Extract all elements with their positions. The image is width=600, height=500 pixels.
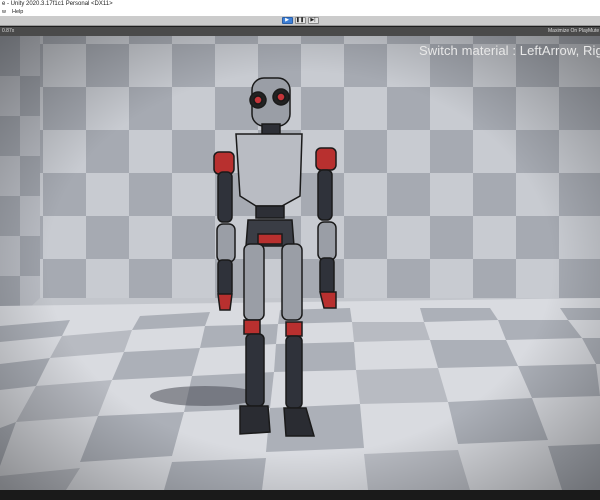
play-icon: ▶ [285, 17, 289, 23]
bottom-status-bar [0, 490, 600, 500]
game-view-header: 0.87x Maximize On Play Mute [0, 27, 600, 36]
play-toolbar: ▶ ❚❚ ▶| [0, 16, 600, 26]
pause-button[interactable]: ❚❚ [294, 17, 306, 24]
window-title-bar: e - Unity 2020.3.17f1c1 Personal <DX11> [0, 0, 600, 9]
menu-bar: w Help [0, 9, 600, 16]
step-button[interactable]: ▶| [307, 17, 319, 24]
step-icon: ▶| [310, 17, 316, 23]
game-viewport[interactable]: Switch material : LeftArrow, Right [0, 36, 600, 490]
menu-item-help[interactable]: Help [12, 9, 23, 16]
maximize-on-play-toggle[interactable]: Maximize On Play [548, 27, 588, 36]
scene-render [0, 36, 600, 490]
mute-toggle[interactable]: Mute [588, 27, 599, 36]
robot-shadow [150, 386, 260, 406]
scale-slider-label[interactable]: 0.87x [2, 27, 14, 36]
play-button[interactable]: ▶ [281, 17, 293, 24]
left-wall [0, 36, 40, 336]
pause-icon: ❚❚ [295, 17, 305, 23]
window-title: e - Unity 2020.3.17f1c1 Personal <DX11> [2, 1, 113, 7]
material-switch-hint: Switch material : LeftArrow, Right [419, 43, 600, 58]
menu-item-window[interactable]: w [2, 9, 6, 16]
